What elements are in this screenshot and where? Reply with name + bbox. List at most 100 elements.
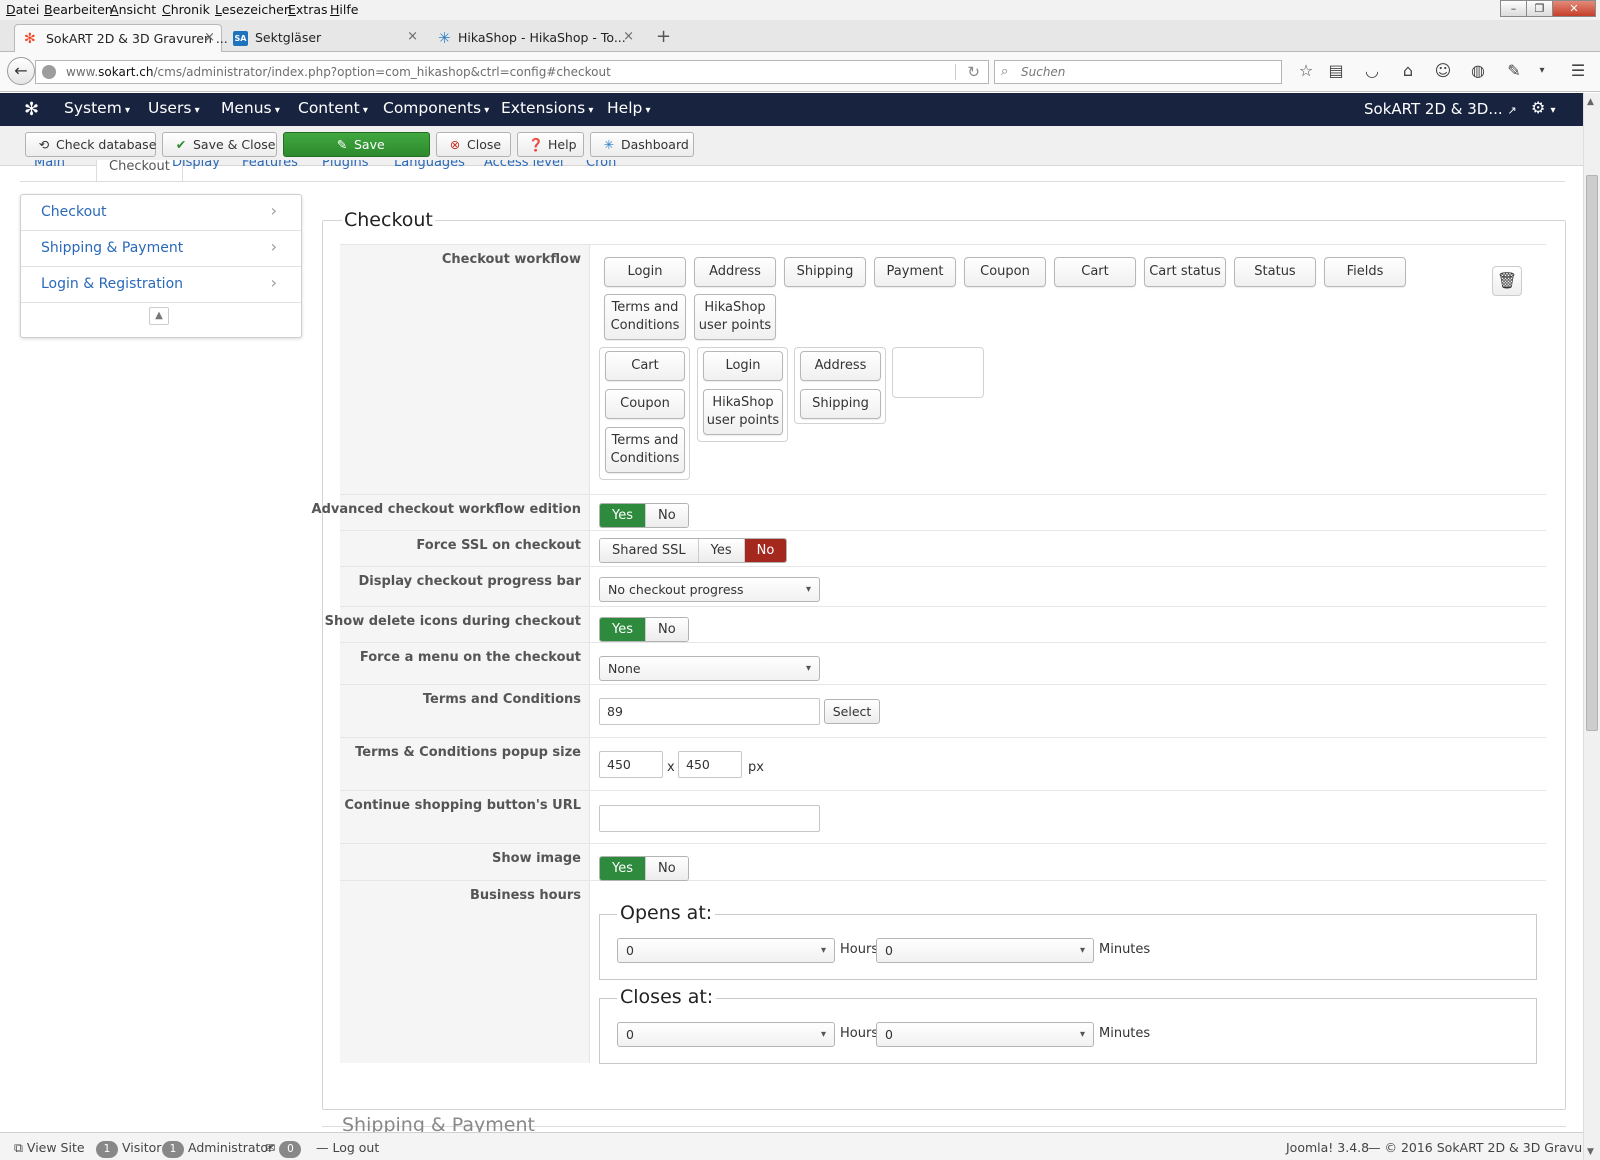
closes-minutes-select[interactable]: 0: [876, 1022, 1094, 1047]
vertical-scrollbar[interactable]: ▲ ▼: [1583, 93, 1600, 1160]
workflow-step-payment[interactable]: Payment: [874, 257, 956, 287]
tab-access-level[interactable]: Access level: [484, 160, 564, 170]
chat-icon[interactable]: ☺: [1433, 61, 1453, 80]
popup-height-input[interactable]: 450: [678, 751, 742, 778]
menu-extras[interactable]: Extras: [288, 2, 328, 17]
admin-count[interactable]: 1 Administrator: [162, 1140, 273, 1158]
globe-icon[interactable]: ◍: [1468, 61, 1488, 80]
workflow-item-terms[interactable]: Terms and Conditions: [605, 427, 685, 473]
advanced-workflow-toggle[interactable]: Yes No: [599, 503, 689, 528]
workflow-group-empty[interactable]: [892, 347, 984, 398]
workflow-item-user-points[interactable]: HikaShop user points: [703, 389, 783, 435]
collapse-sidebar-icon[interactable]: ▲: [149, 307, 169, 325]
workflow-step-fields[interactable]: Fields: [1324, 257, 1406, 287]
nav-extensions[interactable]: Extensions: [501, 99, 593, 117]
continue-shopping-url-input[interactable]: [599, 805, 820, 832]
nav-components[interactable]: Components: [383, 99, 489, 117]
workflow-step-shipping[interactable]: Shipping: [784, 257, 866, 287]
site-name-link[interactable]: SokART 2D & 3D... ↗: [1364, 100, 1517, 118]
tab-display[interactable]: Display: [172, 160, 220, 170]
browser-tab-sektglaeser[interactable]: SA Sektgläser ×: [224, 24, 424, 52]
workflow-item-cart[interactable]: Cart: [605, 351, 685, 381]
tab-main[interactable]: Main: [34, 160, 65, 170]
show-image-toggle[interactable]: Yes No: [599, 856, 689, 881]
workflow-step-user-points[interactable]: HikaShop user points: [694, 294, 776, 340]
logout-link[interactable]: — Log out: [316, 1140, 379, 1155]
menu-lesezeichen[interactable]: Lesezeichen: [215, 2, 292, 17]
workflow-item-address[interactable]: Address: [800, 351, 881, 381]
pocket-icon[interactable]: ◡: [1362, 61, 1382, 80]
menu-chronik[interactable]: Chronik: [162, 2, 210, 17]
new-tab-button[interactable]: +: [656, 26, 671, 47]
menu-datei[interactable]: Datei: [6, 2, 39, 17]
check-database-button[interactable]: ⟲ Check database: [25, 132, 156, 157]
url-text[interactable]: www.sokart.ch/cms/administrator/index.ph…: [66, 65, 611, 79]
tab-languages[interactable]: Languages: [394, 160, 465, 170]
delete-icons-toggle[interactable]: Yes No: [599, 617, 689, 642]
workflow-item-login[interactable]: Login: [703, 351, 783, 381]
workflow-group-step-1[interactable]: Cart Coupon Terms and Conditions: [599, 347, 690, 480]
messages-count[interactable]: ✉ 0: [265, 1140, 305, 1158]
scroll-up-icon[interactable]: ▲: [1587, 97, 1594, 107]
tab-close-icon[interactable]: ×: [204, 30, 215, 45]
sidebar-item-checkout[interactable]: Checkout ›: [21, 195, 301, 231]
close-button[interactable]: ⊗ Close: [436, 132, 511, 157]
force-ssl-toggle[interactable]: Shared SSL Yes No: [599, 538, 788, 563]
opens-hours-select[interactable]: 0: [617, 938, 835, 963]
minimize-button[interactable]: –: [1500, 0, 1527, 17]
nav-content[interactable]: Content: [298, 99, 368, 117]
help-button[interactable]: ❓ Help: [517, 132, 584, 157]
popup-width-input[interactable]: 450: [599, 751, 663, 778]
tab-checkout[interactable]: Checkout: [96, 160, 183, 181]
terms-select-button[interactable]: Select: [824, 699, 880, 724]
shared-ssl-option[interactable]: Shared SSL: [600, 539, 699, 562]
maximize-button[interactable]: ❐: [1526, 0, 1553, 17]
menu-hilfe[interactable]: Hilfe: [330, 2, 358, 17]
workflow-step-coupon[interactable]: Coupon: [964, 257, 1046, 287]
browser-tab-sokart[interactable]: ✻ SokART 2D & 3D Gravuren ... ×: [14, 24, 228, 53]
workflow-step-cart-status[interactable]: Cart status: [1144, 257, 1226, 287]
nav-users[interactable]: Users: [148, 99, 200, 117]
scrollbar-thumb[interactable]: [1586, 175, 1598, 731]
save-button[interactable]: ✎ Save: [283, 132, 430, 157]
yes-option[interactable]: Yes: [600, 618, 646, 641]
scroll-down-icon[interactable]: ▼: [1587, 1147, 1594, 1157]
yes-option[interactable]: Yes: [698, 539, 745, 562]
no-option[interactable]: No: [744, 539, 787, 562]
search-input[interactable]: ⌕ Suchen: [994, 60, 1282, 84]
site-info-icon[interactable]: [42, 65, 56, 79]
tab-close-icon[interactable]: ×: [407, 29, 418, 44]
progress-bar-select[interactable]: No checkout progress: [599, 577, 820, 602]
workflow-item-shipping[interactable]: Shipping: [800, 389, 881, 419]
menu-bearbeiten[interactable]: Bearbeiten: [44, 2, 113, 17]
nav-menus[interactable]: Menus: [221, 99, 280, 117]
overflow-chevron-icon[interactable]: ▾: [1532, 65, 1552, 76]
no-option[interactable]: No: [646, 618, 688, 641]
trash-icon[interactable]: 🗑: [1492, 266, 1522, 296]
yes-option[interactable]: Yes: [600, 504, 646, 527]
bookmark-star-icon[interactable]: ☆: [1296, 61, 1316, 80]
tab-plugins[interactable]: Plugins: [322, 160, 369, 170]
user-menu-gear-icon[interactable]: ⚙ ▾: [1531, 98, 1555, 117]
tab-close-icon[interactable]: ×: [623, 29, 634, 44]
workflow-step-terms[interactable]: Terms and Conditions: [604, 294, 686, 340]
workflow-group-step-3[interactable]: Address Shipping: [794, 347, 886, 424]
workflow-item-coupon[interactable]: Coupon: [605, 389, 685, 419]
hamburger-menu-icon[interactable]: ☰: [1568, 61, 1588, 80]
sidebar-item-login-registration[interactable]: Login & Registration ›: [21, 267, 301, 303]
tab-features[interactable]: Features: [242, 160, 298, 170]
no-option[interactable]: No: [646, 857, 688, 880]
menu-ansicht[interactable]: Ansicht: [110, 2, 156, 17]
terms-article-input[interactable]: 89: [599, 698, 820, 725]
no-option[interactable]: No: [646, 504, 688, 527]
visitor-count[interactable]: 1 Visitor: [96, 1140, 161, 1158]
dashboard-button[interactable]: ✳ Dashboard: [590, 132, 694, 157]
workflow-step-status[interactable]: Status: [1234, 257, 1316, 287]
joomla-logo-icon[interactable]: ✻: [24, 99, 39, 120]
nav-help[interactable]: Help: [607, 99, 651, 117]
tab-cron[interactable]: Cron: [586, 160, 616, 170]
opens-minutes-select[interactable]: 0: [876, 938, 1094, 963]
window-close-button[interactable]: ✕: [1552, 0, 1596, 17]
address-bar[interactable]: www.sokart.ch/cms/administrator/index.ph…: [35, 60, 989, 84]
browser-tab-hikashop[interactable]: ✳ HikaShop - HikaShop - To... ×: [432, 24, 640, 52]
